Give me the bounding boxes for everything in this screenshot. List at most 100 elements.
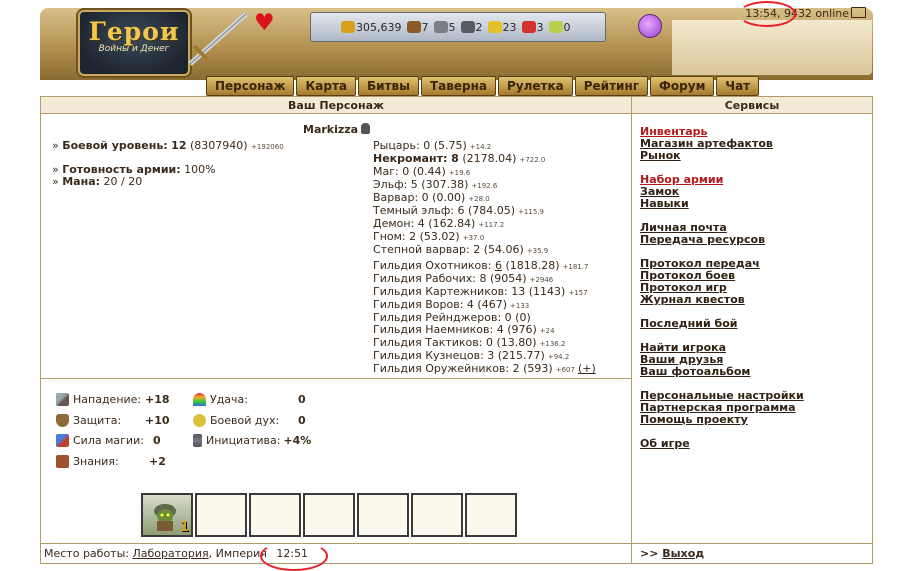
logo-title: Герои: [88, 17, 180, 46]
goblin-unit-icon: [154, 504, 176, 531]
morale-value: 0: [298, 414, 306, 427]
nav-item-2[interactable]: Карта: [296, 76, 357, 96]
hourglass-icon: [193, 434, 202, 447]
heart-icon[interactable]: ♥: [254, 12, 275, 35]
guild-level: Гильдия Рабочих: 8 (9054): [373, 272, 527, 285]
service-link[interactable]: Помощь проекту: [640, 414, 804, 426]
character-name-text: Markizza: [303, 123, 359, 136]
shield-icon: [56, 414, 69, 427]
initiative-value: +4%: [283, 434, 312, 447]
workplace-link[interactable]: Лаборатория: [132, 547, 208, 560]
resource-gold: 305,639: [341, 21, 402, 34]
army-readiness-value: 100%: [184, 163, 216, 176]
knowledge-value: +2: [149, 455, 166, 468]
defense-value: +10: [145, 414, 170, 427]
service-link[interactable]: Передача ресурсов: [640, 234, 804, 246]
knowledge-label: Знания:: [73, 455, 119, 468]
rainbow-icon: [193, 393, 206, 406]
faction-level: Варвар: 0 (0.00): [373, 191, 466, 204]
divider: [40, 378, 632, 379]
guild-next: +24: [539, 327, 555, 335]
gold-icon: [341, 21, 355, 33]
service-link[interactable]: Журнал квестов: [640, 294, 804, 306]
faction-next: +722.0: [519, 156, 546, 164]
service-link[interactable]: Ваш фотоальбом: [640, 366, 804, 378]
logout: >> Выход: [640, 547, 704, 560]
stat-knowledge: Знания: +2: [56, 455, 166, 468]
services-links: Инвентарь Магазин артефактов Рынок Набор ар…: [640, 126, 804, 450]
stat-spellpower: Сила магии: 0: [56, 434, 161, 447]
mana: » Мана: 20 / 20: [52, 175, 143, 188]
nav-item-4[interactable]: Таверна: [421, 76, 496, 96]
nav-item-7[interactable]: Форум: [650, 76, 715, 96]
attack-value: +18: [145, 393, 170, 406]
red-annotation-circle: [738, 1, 796, 27]
guild-level-link[interactable]: 6: [495, 259, 502, 272]
faction-next: +115.9: [518, 208, 544, 216]
logout-prefix: >>: [640, 547, 659, 560]
nav-item-6[interactable]: Рейтинг: [574, 76, 649, 96]
faction-level: Эльф: 5 (307.38): [373, 178, 469, 191]
guild-next: +181.7: [562, 263, 589, 271]
army-slot-5[interactable]: [357, 493, 409, 537]
nav-item-1[interactable]: Персонаж: [206, 76, 295, 96]
sulfur-icon: [487, 21, 502, 33]
nav-item-3[interactable]: Битвы: [358, 76, 419, 96]
nav-item-5[interactable]: Рулетка: [498, 76, 573, 96]
army-slot-6[interactable]: [411, 493, 463, 537]
army-slot-2[interactable]: [195, 493, 247, 537]
expand-guild-button[interactable]: (+): [578, 362, 596, 375]
guild-next: +607: [555, 366, 575, 374]
ore-icon: [433, 21, 448, 33]
army-slot-1[interactable]: 1: [141, 493, 193, 537]
game-logo[interactable]: Герои Войны и Денег: [78, 10, 190, 76]
defense-label: Защита:: [73, 414, 122, 427]
guild-next: +136.2: [539, 340, 566, 348]
service-link[interactable]: Об игре: [640, 438, 804, 450]
character-name[interactable]: Markizza: [303, 123, 371, 136]
service-link[interactable]: Навыки: [640, 198, 804, 210]
guild-level: Гильдия Картежников: 13 (1143): [373, 285, 566, 298]
character-panel-title: Ваш Персонаж: [40, 96, 632, 114]
book-icon: [56, 455, 69, 468]
castle-landscape: [672, 20, 872, 75]
spellpower-label: Сила магии:: [73, 434, 144, 447]
nav-item-8[interactable]: Чат: [716, 76, 760, 96]
monitor-icon[interactable]: [851, 7, 866, 18]
guild-level: Гильдия Охотников:: [373, 259, 495, 272]
resource-mercury: 2: [460, 21, 483, 34]
mercury-icon: [460, 21, 475, 33]
faction-level: Рыцарь: 0 (5.75): [373, 139, 467, 152]
guild-points: (1818.28): [501, 259, 560, 272]
helmet-icon: [361, 123, 371, 134]
faction-level: Степной варвар: 2 (54.06): [373, 243, 524, 256]
army-slot-3[interactable]: [249, 493, 301, 537]
service-link[interactable]: Рынок: [640, 150, 804, 162]
morale-label: Боевой дух:: [210, 414, 280, 427]
faction-next: +35.9: [526, 247, 549, 255]
faction-next: +19.6: [448, 169, 471, 177]
resource-value: 0: [563, 20, 571, 34]
guild-levels: Гильдия Охотников: 6 (1818.28) +181.7 Гиль…: [373, 260, 596, 376]
resource-value: 305,639: [356, 20, 402, 34]
faction-level: Некромант: 8: [373, 152, 459, 165]
army-slot-4[interactable]: [303, 493, 355, 537]
faction-next: +14.2: [469, 143, 492, 151]
guild-next: +94.2: [547, 353, 570, 361]
guild-level: Гильдия Наемников: 4 (976): [373, 323, 537, 336]
army-slot-7[interactable]: [465, 493, 517, 537]
services-panel-title: Сервисы: [631, 96, 873, 114]
service-link[interactable]: Последний бой: [640, 318, 804, 330]
magic-wand-icon: [56, 434, 69, 447]
guild-level: Гильдия Воров: 4 (467): [373, 298, 507, 311]
crossed-swords-icon: [56, 393, 69, 406]
faction-next: +192.6: [471, 182, 498, 190]
workplace-label: Место работы:: [44, 547, 129, 560]
logout-link[interactable]: Выход: [662, 547, 704, 560]
wood-icon: [406, 21, 421, 33]
mana-value: 20 / 20: [103, 175, 143, 188]
crystal-icon: [521, 21, 536, 33]
mana-potion-icon[interactable]: [638, 14, 662, 38]
faction-level: Гном: 2 (53.02): [373, 230, 460, 243]
resource-value: 23: [502, 20, 517, 34]
